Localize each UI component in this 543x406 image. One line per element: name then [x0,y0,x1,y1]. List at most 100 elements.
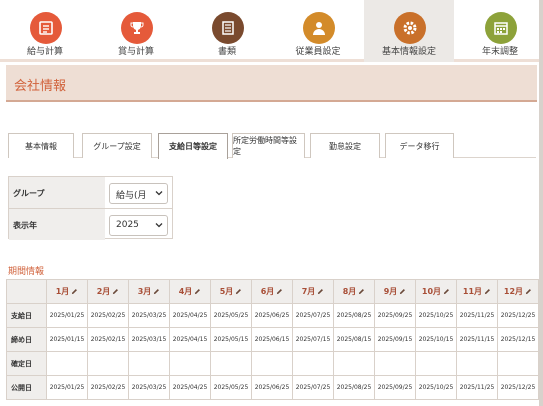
date-cell [333,351,375,376]
month-header[interactable]: 6月 [251,279,293,304]
date-cell: 2025/01/25 [46,375,88,400]
year-select[interactable]: 2025 [109,215,168,236]
date-cell: 2025/07/25 [292,303,334,328]
tab-working-hours-settings[interactable]: 所定労働時間等設定 [232,133,305,158]
date-cell: 2025/06/15 [251,327,293,352]
date-cell [46,351,88,376]
date-cell: 2025/10/25 [415,375,457,400]
month-label: 4月 [178,287,193,296]
pencil-icon[interactable] [71,288,78,295]
pencil-icon[interactable] [153,288,160,295]
tab-group-settings[interactable]: グループ設定 [82,133,152,158]
date-cell: 2025/08/15 [333,327,375,352]
tab-attendance-settings[interactable]: 勤怠設定 [310,133,380,158]
date-cell: 2025/01/25 [46,303,88,328]
month-label: 10月 [421,287,442,296]
date-cell [169,351,211,376]
date-cell: 2025/07/15 [292,327,334,352]
month-header[interactable]: 12月 [497,279,539,304]
date-cell: 2025/12/15 [497,327,539,352]
date-cell: 2025/09/25 [374,375,416,400]
pencil-icon[interactable] [276,288,283,295]
pencil-icon[interactable] [235,288,242,295]
chevron-down-icon [155,223,163,228]
date-cell: 2025/02/15 [87,327,129,352]
month-header[interactable]: 2月 [87,279,129,304]
row-label: 締め日 [6,327,47,352]
year-filter-row: 表示年 2025 [9,208,172,240]
page-header: 会社情報 [6,65,537,102]
table-header-row: 1月 2月 3月 4月 5月 6月 7月 8月 9月 10月 11月 12月 [6,279,539,304]
trophy-icon [121,12,153,44]
month-header[interactable]: 5月 [210,279,252,304]
month-header[interactable]: 8月 [333,279,375,304]
group-select[interactable]: 給与(月 [109,183,168,204]
month-header[interactable]: 11月 [456,279,498,304]
table-row: 公開日 2025/01/25 2025/02/25 2025/03/25 2025/04… [6,375,539,400]
month-label: 3月 [137,287,152,296]
group-label: グループ [9,177,105,208]
date-cell: 2025/08/25 [333,303,375,328]
month-header[interactable]: 9月 [374,279,416,304]
date-cell [251,351,293,376]
tab-basic-info[interactable]: 基本情報 [8,133,74,158]
nav-label: 基本情報設定 [381,47,436,57]
pencil-icon[interactable] [525,288,532,295]
right-edge [539,0,543,406]
month-header[interactable]: 1月 [46,279,88,304]
nav-item-documents[interactable]: 書類 [182,0,272,62]
table-row: 締め日 2025/01/15 2025/02/15 2025/03/15 2025/04… [6,327,539,352]
group-select-value: 給与(月 [116,191,147,201]
pencil-icon[interactable] [112,288,119,295]
date-cell: 2025/11/25 [456,303,498,328]
month-label: 1月 [55,287,70,296]
date-cell [456,351,498,376]
month-label: 9月 [383,287,398,296]
nav-item-employee-settings[interactable]: 従業員設定 [273,0,363,62]
table-row: 支給日 2025/01/25 2025/02/25 2025/03/25 2025/04… [6,303,539,328]
date-cell: 2025/09/15 [374,327,416,352]
date-cell: 2025/03/25 [128,375,170,400]
nav-item-bonus[interactable]: 賞与計算 [91,0,181,62]
nav-item-basic-info-settings[interactable]: 基本情報設定 [364,0,454,62]
month-header[interactable]: 4月 [169,279,211,304]
month-label: 11月 [462,287,483,296]
date-cell: 2025/09/25 [374,303,416,328]
nav-item-payroll[interactable]: 給与計算 [0,0,90,62]
month-label: 8月 [342,287,357,296]
pencil-icon[interactable] [358,288,365,295]
date-cell [374,351,416,376]
pencil-icon[interactable] [484,288,491,295]
date-cell: 2025/11/25 [456,375,498,400]
date-cell: 2025/04/25 [169,303,211,328]
period-table: 1月 2月 3月 4月 5月 6月 7月 8月 9月 10月 11月 12月 支給日 2025/01/2… [6,279,539,400]
settings-tabs: 基本情報 グループ設定 支給日等設定 所定労働時間等設定 勤怠設定 データ移行 [8,133,536,159]
chevron-down-icon [155,191,163,196]
table-corner-cell [6,279,47,304]
pencil-icon[interactable] [443,288,450,295]
pencil-icon[interactable] [194,288,201,295]
date-cell [128,351,170,376]
pencil-icon[interactable] [317,288,324,295]
date-cell [210,351,252,376]
date-cell [497,351,539,376]
nav-label: 賞与計算 [117,47,154,57]
month-label: 6月 [260,287,275,296]
tab-payday-settings[interactable]: 支給日等設定 [158,133,228,159]
date-cell: 2025/04/15 [169,327,211,352]
table-row: 確定日 [6,351,539,376]
date-cell: 2025/06/25 [251,303,293,328]
date-cell: 2025/05/15 [210,327,252,352]
date-cell [292,351,334,376]
pencil-icon[interactable] [399,288,406,295]
nav-item-year-end-adjustment[interactable]: 年末調整 [455,0,543,62]
date-cell [415,351,457,376]
tab-data-migration[interactable]: データ移行 [385,133,454,158]
month-header[interactable]: 10月 [415,279,457,304]
month-label: 7月 [301,287,316,296]
date-cell: 2025/07/25 [292,375,334,400]
nav-label: 年末調整 [481,47,518,57]
month-header[interactable]: 3月 [128,279,170,304]
month-header[interactable]: 7月 [292,279,334,304]
date-cell: 2025/02/25 [87,303,129,328]
